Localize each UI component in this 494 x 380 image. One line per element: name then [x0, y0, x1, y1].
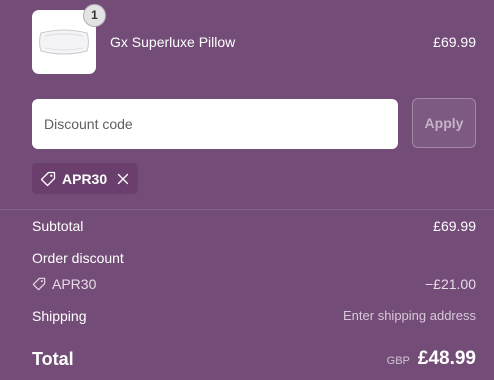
applied-discount-code: APR30	[62, 170, 108, 187]
remove-discount-icon[interactable]	[117, 173, 129, 185]
product-name: Gx Superluxe Pillow	[110, 34, 236, 50]
apply-discount-button[interactable]: Apply	[412, 98, 476, 148]
total-row: Total GBP £48.99	[32, 348, 476, 375]
total-label: Total	[32, 349, 74, 369]
discount-code-input[interactable]	[32, 99, 398, 149]
shipping-label: Shipping	[32, 308, 87, 324]
product-price: £69.99	[433, 34, 476, 50]
subtotal-label: Subtotal	[32, 218, 84, 234]
total-amount: £48.99	[417, 348, 476, 369]
product-line-item: 1 Gx Superluxe Pillow £69.99	[32, 4, 476, 74]
currency-code: GBP	[386, 355, 410, 367]
tag-icon	[40, 171, 56, 187]
discount-detail: APR30	[32, 276, 96, 292]
total-price: GBP £48.99	[387, 348, 476, 370]
order-discount-label: Order discount	[32, 250, 124, 266]
tag-icon	[32, 277, 46, 291]
applied-discount-tag: APR30	[32, 163, 138, 194]
discount-code-label: APR30	[52, 276, 97, 292]
discount-amount: −£21.00	[425, 276, 476, 292]
subtotal-value: £69.99	[433, 218, 476, 234]
section-divider	[0, 209, 494, 210]
shipping-value: Enter shipping address	[343, 308, 476, 323]
quantity-badge: 1	[83, 4, 106, 27]
